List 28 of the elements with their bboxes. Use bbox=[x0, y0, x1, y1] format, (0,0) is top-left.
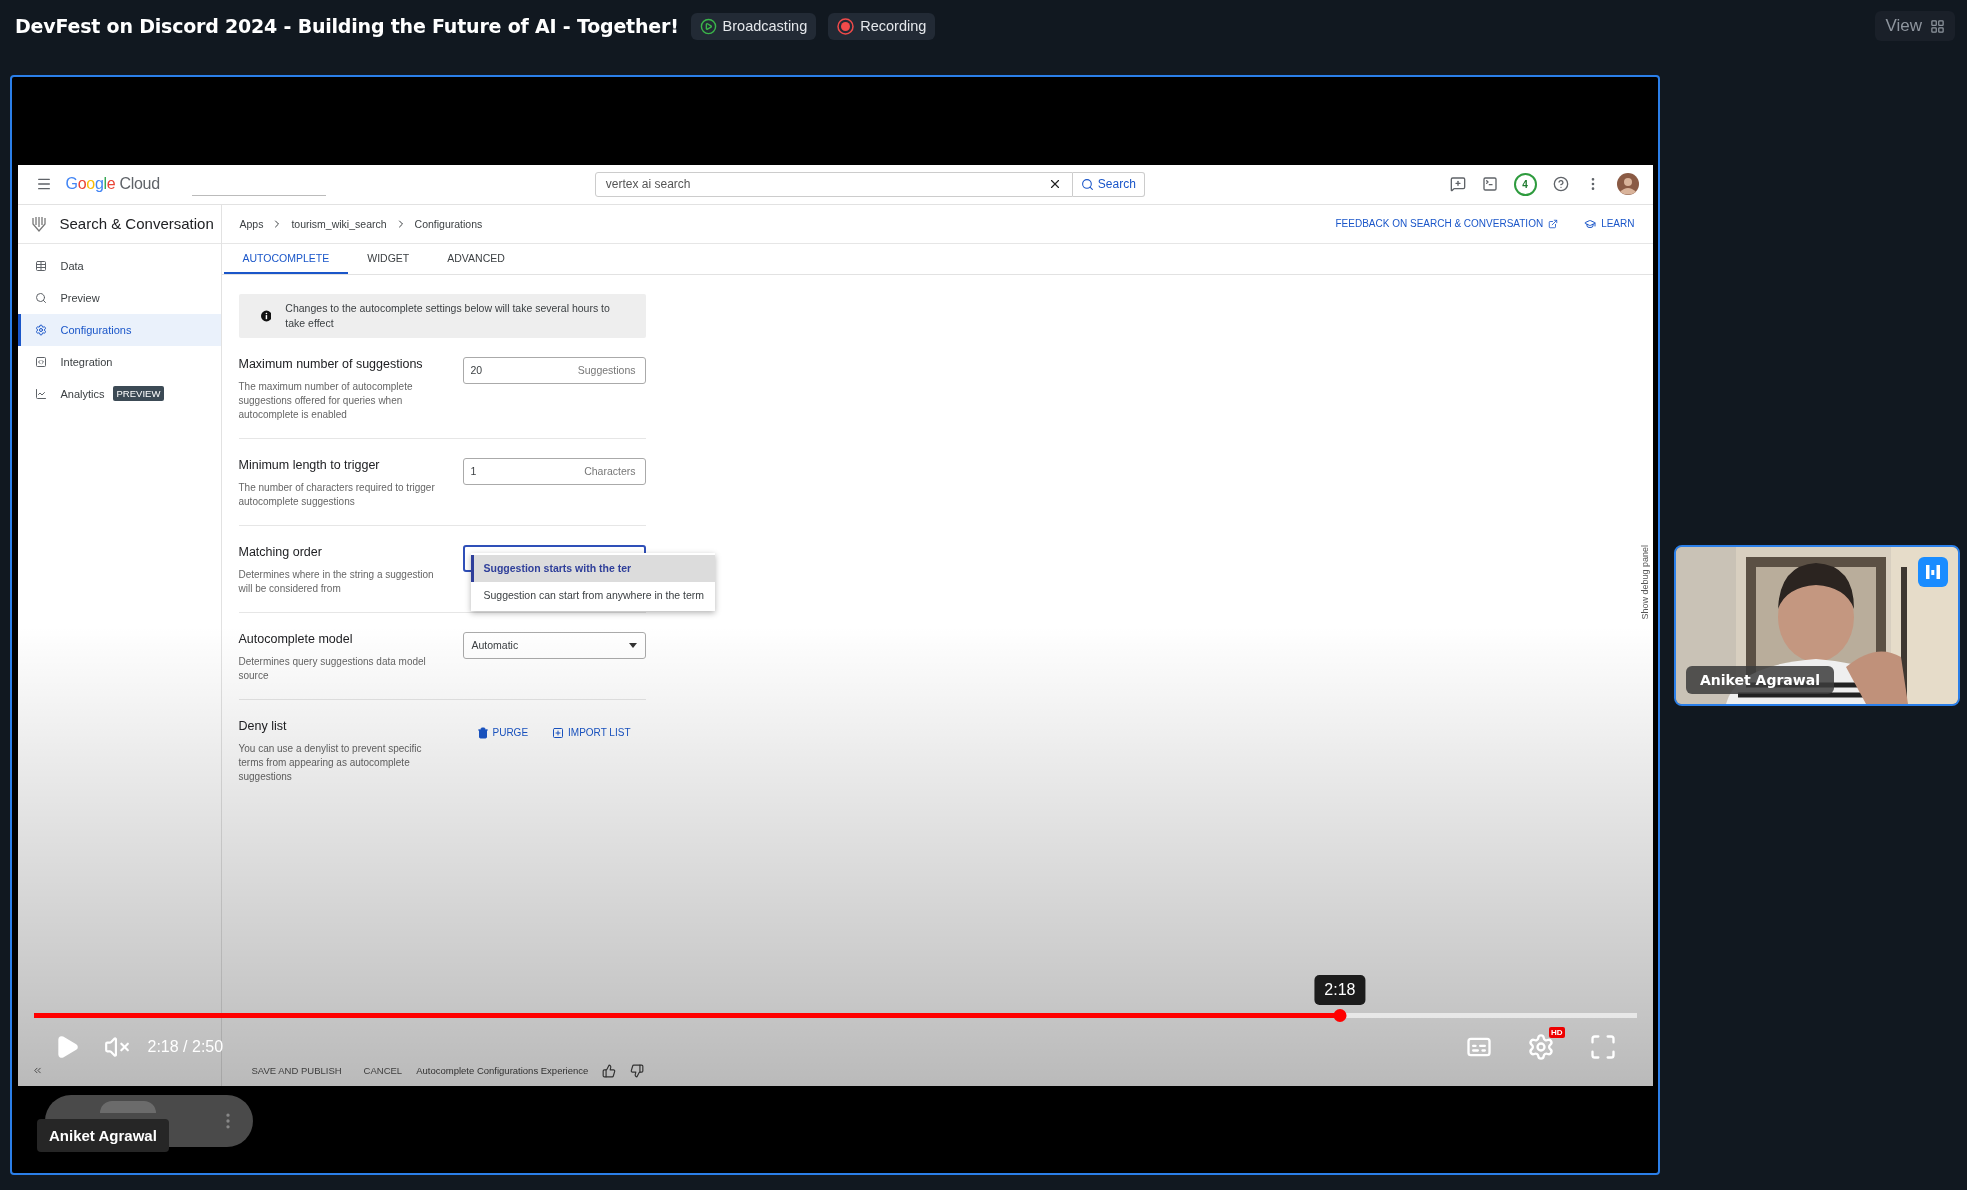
status-badge: Recording bbox=[828, 12, 936, 40]
console-logo: Google Cloud bbox=[65, 175, 160, 193]
feedback-label: Autocomplete Configurations Experience bbox=[416, 1065, 589, 1076]
time-display: 2:18 / 2:50 bbox=[147, 1037, 224, 1056]
event-title: DevFest on Discord 2024 - Building the Future of AI - Together! bbox=[15, 15, 679, 37]
setting-description: Determines query suggestions data model source bbox=[238, 654, 427, 683]
preview-tag: PREVIEW bbox=[112, 386, 165, 401]
field-value: 20 bbox=[470, 364, 483, 376]
field-unit: Characters bbox=[584, 465, 636, 477]
setting-description: The number of characters required to trigger autocomplete suggestions bbox=[238, 480, 436, 509]
setting-title: Minimum length to trigger bbox=[238, 457, 381, 472]
setting-title: Maximum number of suggestions bbox=[238, 356, 424, 371]
product-title: Search & Conversation bbox=[59, 215, 214, 232]
setting-description: The maximum number of autocomplete suggestions offered for queries when autocomplete is enabled bbox=[238, 379, 414, 422]
setting-title: Matching order bbox=[238, 544, 323, 559]
setting-title: Autocomplete model bbox=[238, 631, 354, 646]
status-badge: Broadcasting bbox=[690, 12, 817, 40]
presenter-name: Aniket Agrawal bbox=[37, 1119, 169, 1152]
field-unit: Suggestions bbox=[577, 364, 636, 376]
field-value: 1 bbox=[470, 465, 477, 477]
setting-title: Deny list bbox=[238, 718, 288, 733]
time-tooltip: 2:18 bbox=[1314, 974, 1366, 1005]
setting-description: Determines where in the string a suggestion will be considered from bbox=[238, 567, 435, 596]
setting-description: You can use a denylist to prevent specific terms from appearing as autocomplete suggestions bbox=[238, 741, 423, 784]
select-value: Automatic bbox=[471, 639, 519, 651]
notice-text: Changes to the autocomplete settings below will take several hours to take effect bbox=[285, 300, 611, 331]
participant-name: Aniket Agrawal bbox=[1686, 665, 1834, 694]
hd-badge: HD bbox=[1548, 1026, 1565, 1038]
